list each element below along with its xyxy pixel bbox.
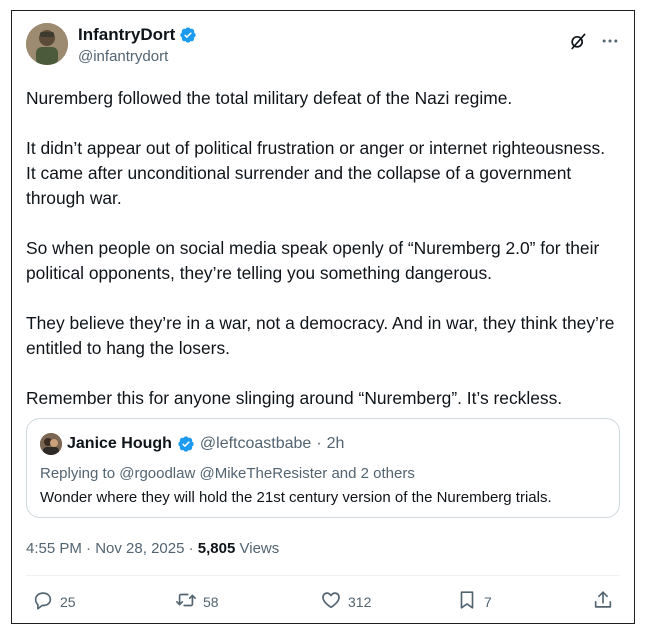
post-date[interactable]: Nov 28, 2025: [95, 540, 184, 557]
post-meta: 4:55 PM · Nov 28, 2025 · 5,805 Views: [26, 540, 279, 557]
quoted-separator: ·: [316, 435, 322, 452]
action-bar: 25 58 312 7: [32, 589, 614, 619]
quoted-post-header: Janice Hough @leftcoastbabe · 2h: [40, 433, 344, 455]
post-time[interactable]: 4:55 PM: [26, 540, 82, 557]
quoted-verified-badge-icon: [177, 435, 195, 453]
quoted-post[interactable]: Janice Hough @leftcoastbabe · 2h Replyin…: [26, 418, 620, 518]
post-paragraph: They believe they’re in a war, not a dem…: [26, 313, 615, 358]
quoted-author-display-name: Janice Hough: [67, 435, 172, 452]
quoted-author-handle: @leftcoastbabe: [199, 435, 312, 452]
author-display-name[interactable]: InfantryDort: [78, 25, 175, 45]
meta-separator: ·: [86, 540, 92, 557]
like-count: 312: [348, 593, 372, 610]
quoted-replying-to: Replying to @rgoodlaw @MikeTheResister a…: [40, 465, 415, 482]
author-handle[interactable]: @infantrydort: [78, 48, 197, 65]
post-card: InfantryDort @infantrydort Nuremberg fol…: [11, 10, 635, 624]
meta-separator: ·: [188, 540, 194, 557]
actions-divider: [26, 575, 620, 576]
like-button[interactable]: 312: [320, 589, 371, 614]
post-text: Nuremberg followed the total military de…: [26, 86, 616, 436]
author-names: InfantryDort @infantrydort: [78, 25, 197, 65]
views-count: 5,805: [197, 540, 236, 557]
author-display-name-row[interactable]: InfantryDort: [78, 25, 197, 45]
replying-and: and: [331, 465, 357, 482]
quoted-time: 2h: [326, 435, 345, 452]
verified-badge-icon: [179, 26, 197, 44]
reply-icon: [32, 589, 54, 614]
views-label: Views: [239, 540, 280, 557]
share-button[interactable]: [592, 589, 614, 614]
repost-count: 58: [203, 593, 219, 610]
post-paragraph: Remember this for anyone slinging around…: [26, 388, 563, 408]
heart-icon: [320, 589, 342, 614]
replying-user-link[interactable]: @MikeTheResister: [200, 465, 328, 482]
post-header: InfantryDort @infantrydort: [26, 23, 620, 73]
reply-button[interactable]: 25: [32, 589, 76, 614]
post-paragraph: So when people on social media speak ope…: [26, 238, 600, 283]
share-icon: [592, 589, 614, 614]
grok-icon[interactable]: [568, 31, 588, 51]
post-paragraph: It didn’t appear out of political frustr…: [26, 138, 606, 208]
replying-prefix: Replying to: [40, 465, 116, 482]
bookmark-count: 7: [484, 593, 492, 610]
reply-count: 25: [60, 593, 76, 610]
repost-icon: [175, 589, 197, 614]
quoted-post-text: Wonder where they will hold the 21st cen…: [40, 489, 552, 506]
quoted-author-avatar: [40, 433, 62, 455]
post-top-icons: [568, 31, 620, 51]
repost-button[interactable]: 58: [175, 589, 219, 614]
replying-user-link[interactable]: @rgoodlaw: [119, 465, 195, 482]
bookmark-button[interactable]: 7: [456, 589, 492, 614]
author-avatar[interactable]: [26, 23, 68, 65]
more-icon[interactable]: [600, 31, 620, 51]
post-paragraph: Nuremberg followed the total military de…: [26, 88, 513, 108]
bookmark-icon: [456, 589, 478, 614]
replying-others-link[interactable]: 2 others: [361, 465, 415, 482]
